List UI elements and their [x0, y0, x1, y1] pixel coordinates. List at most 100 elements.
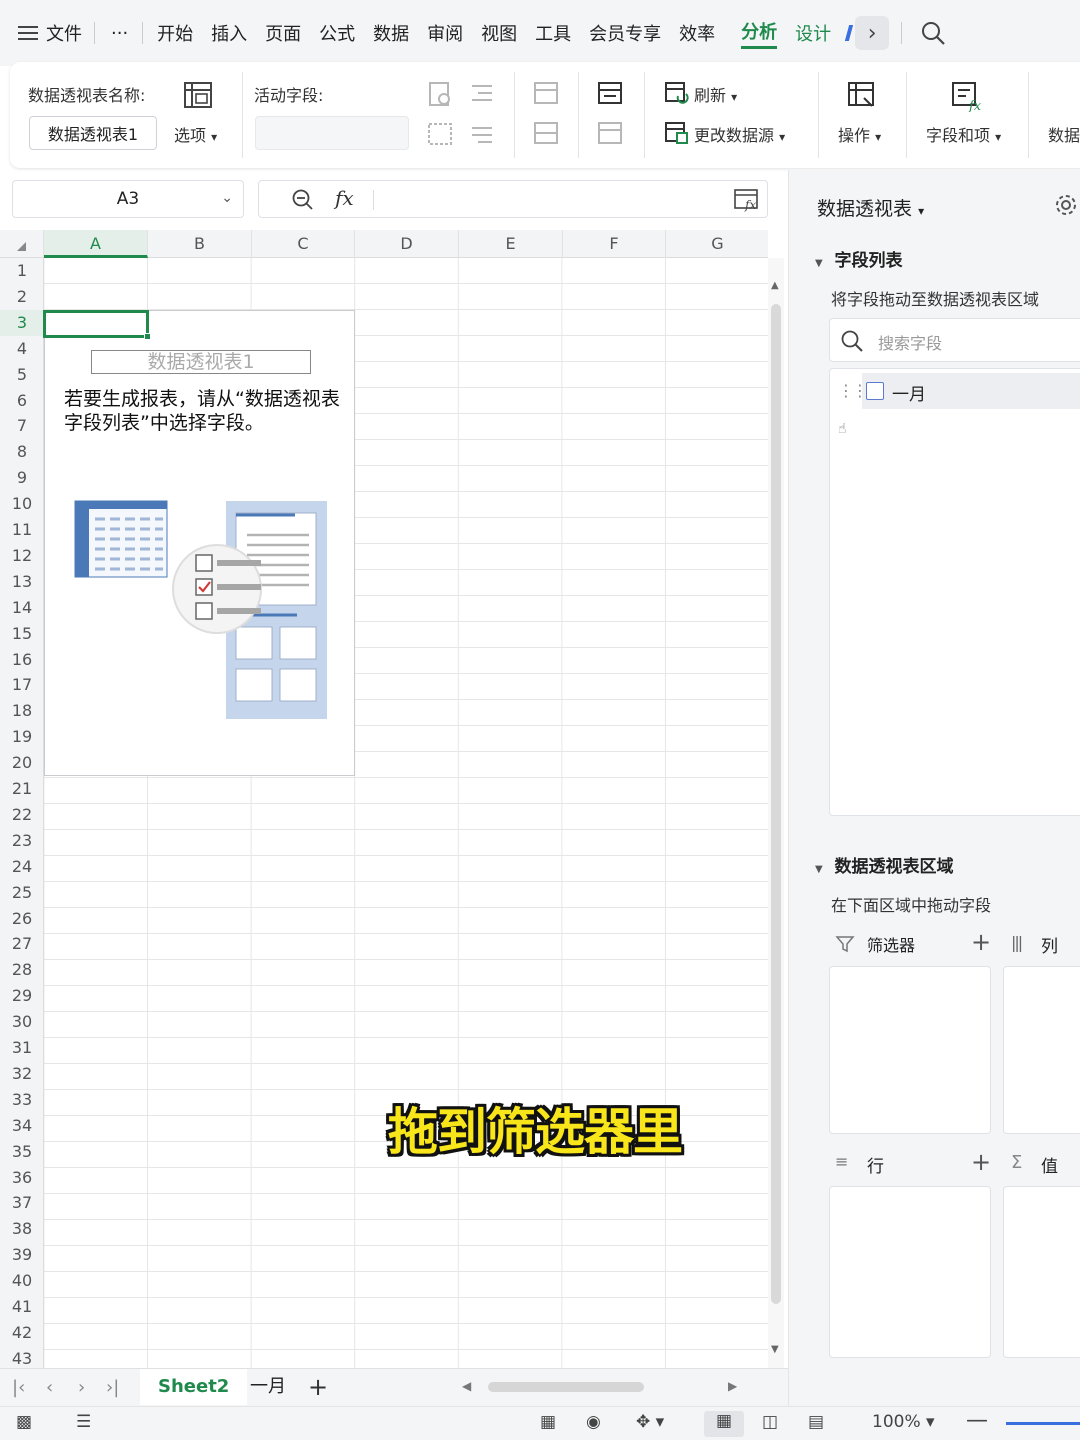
tab-efficiency[interactable]: 效率 — [679, 20, 715, 46]
row-header[interactable]: 10 — [0, 491, 44, 517]
hscroll-right-icon[interactable]: ▶ — [728, 1379, 737, 1393]
row-header[interactable]: 3 — [0, 309, 44, 336]
scroll-up-icon[interactable]: ▲ — [771, 280, 779, 291]
chevron-right-icon[interactable]: › — [855, 16, 890, 50]
row-header[interactable]: 1 — [0, 258, 44, 284]
tab-insert[interactable]: 插入 — [211, 20, 247, 46]
hamburger-icon[interactable] — [18, 26, 38, 40]
row-header[interactable]: 28 — [0, 957, 44, 983]
corner-cell[interactable] — [0, 230, 44, 258]
settings-icon[interactable] — [1053, 192, 1079, 218]
pane-title[interactable]: 数据透视表 ▾ — [817, 194, 924, 221]
formula-bar[interactable]: fx fx — [258, 180, 768, 218]
pivot-placeholder[interactable]: 数据透视表1 若要生成报表，请从“数据透视表字段列表”中选择字段。 — [44, 310, 355, 776]
row-header[interactable]: 14 — [0, 595, 44, 621]
column-header-d[interactable]: D — [355, 230, 459, 258]
row-header[interactable]: 23 — [0, 828, 44, 854]
row-header[interactable]: 36 — [0, 1165, 44, 1191]
row-header[interactable]: 8 — [0, 439, 44, 465]
row-header[interactable]: 31 — [0, 1035, 44, 1061]
pivot-table-icon[interactable] — [182, 80, 214, 110]
page-break-view-icon[interactable]: ◫ — [762, 1412, 778, 1432]
macro-icon[interactable]: ▩ — [16, 1412, 32, 1432]
page-layout-view-icon[interactable]: ▤ — [808, 1412, 824, 1432]
search-input[interactable]: 搜索字段 — [829, 318, 1080, 362]
column-header-a[interactable]: A — [44, 230, 148, 258]
row-header[interactable]: 38 — [0, 1216, 44, 1242]
position-icon[interactable]: ✥ ▾ — [636, 1412, 664, 1432]
column-header-f[interactable]: F — [563, 230, 666, 258]
tab-member[interactable]: 会员专享 — [589, 20, 661, 46]
tab-tools[interactable]: 工具 — [535, 20, 571, 46]
fields-items-icon[interactable]: fx — [950, 80, 984, 112]
row-header[interactable]: 27 — [0, 931, 44, 957]
tab-formula[interactable]: 公式 — [319, 20, 355, 46]
row-header[interactable]: 39 — [0, 1242, 44, 1268]
column-header-c[interactable]: C — [252, 230, 355, 258]
tab-data[interactable]: 数据 — [373, 20, 409, 46]
field-list-header[interactable]: ▼ 字段列表 — [815, 246, 903, 271]
refresh-button[interactable]: 刷新 ▾ — [694, 82, 737, 106]
zoom-level[interactable]: 100% ▾ — [872, 1412, 935, 1432]
tab-analyze[interactable]: 分析 — [741, 18, 778, 49]
row-header[interactable]: 24 — [0, 854, 44, 880]
row-header[interactable]: 43 — [0, 1346, 44, 1368]
row-header[interactable]: 35 — [0, 1139, 44, 1165]
filter-drop-area[interactable] — [829, 966, 991, 1134]
row-header[interactable]: 40 — [0, 1268, 44, 1294]
value-drop-area[interactable] — [1003, 1186, 1080, 1358]
first-sheet-icon[interactable]: |‹ — [12, 1377, 25, 1398]
field-checkbox[interactable] — [866, 382, 884, 400]
row-header[interactable]: 21 — [0, 776, 44, 802]
column-header-g[interactable]: G — [666, 230, 768, 258]
column-header-e[interactable]: E — [459, 230, 563, 258]
scrollbar-thumb[interactable] — [771, 304, 781, 1304]
zoom-slider[interactable] — [1006, 1422, 1080, 1425]
row-header[interactable]: 41 — [0, 1294, 44, 1320]
zoom-out-icon[interactable]: — — [966, 1408, 988, 1433]
column-header-b[interactable]: B — [148, 230, 252, 258]
prev-sheet-icon[interactable]: ‹ — [46, 1377, 53, 1398]
tab-design[interactable]: 设计 — [795, 20, 831, 46]
row-header[interactable]: 26 — [0, 906, 44, 932]
areas-header[interactable]: ▼ 数据透视表区域 — [815, 852, 954, 877]
insert-function-icon[interactable]: fx — [733, 187, 761, 213]
hscroll-left-icon[interactable]: ◀ — [462, 1379, 471, 1393]
add-row-icon[interactable]: + — [971, 1148, 991, 1176]
refresh-icon[interactable] — [664, 80, 690, 106]
zoom-icon[interactable] — [291, 188, 315, 212]
vertical-scrollbar[interactable]: ▲ ▼ — [768, 258, 784, 1368]
column-drop-area[interactable] — [1003, 966, 1080, 1134]
active-cell[interactable] — [43, 310, 151, 340]
row-header[interactable]: 15 — [0, 621, 44, 647]
row-header[interactable]: 42 — [0, 1320, 44, 1346]
change-source-icon[interactable] — [664, 120, 690, 146]
row-header[interactable]: 19 — [0, 724, 44, 750]
sheet-tab-yiyue[interactable]: 一月 — [250, 1369, 286, 1405]
row-header[interactable]: 32 — [0, 1061, 44, 1087]
row-header[interactable]: 9 — [0, 465, 44, 491]
horizontal-scrollbar[interactable] — [488, 1382, 644, 1392]
row-header[interactable]: 34 — [0, 1113, 44, 1139]
row-header[interactable]: 7 — [0, 413, 44, 439]
scroll-down-icon[interactable]: ▼ — [771, 1344, 779, 1355]
row-header[interactable]: 16 — [0, 647, 44, 673]
tab-home[interactable]: 开始 — [157, 20, 193, 46]
sheet-tab-sheet2[interactable]: Sheet2 — [140, 1369, 248, 1405]
operate-button[interactable]: 操作 ▾ — [838, 122, 881, 146]
fx-icon[interactable]: fx — [335, 186, 354, 210]
fields-items-button[interactable]: 字段和项 ▾ — [926, 122, 1001, 146]
row-header[interactable]: 5 — [0, 362, 44, 388]
row-header[interactable]: 6 — [0, 388, 44, 414]
row-header[interactable]: 25 — [0, 880, 44, 906]
row-header[interactable]: 13 — [0, 569, 44, 595]
data-button[interactable]: 数据 — [1048, 122, 1080, 146]
tab-view[interactable]: 视图 — [481, 20, 517, 46]
row-header[interactable]: 18 — [0, 698, 44, 724]
next-sheet-icon[interactable]: › — [78, 1377, 85, 1398]
row-header[interactable]: 20 — [0, 750, 44, 776]
menu-more[interactable]: ··· — [111, 23, 128, 44]
tab-review[interactable]: 审阅 — [427, 20, 463, 46]
row-header[interactable]: 11 — [0, 517, 44, 543]
menu-file[interactable]: 文件 — [46, 20, 82, 46]
